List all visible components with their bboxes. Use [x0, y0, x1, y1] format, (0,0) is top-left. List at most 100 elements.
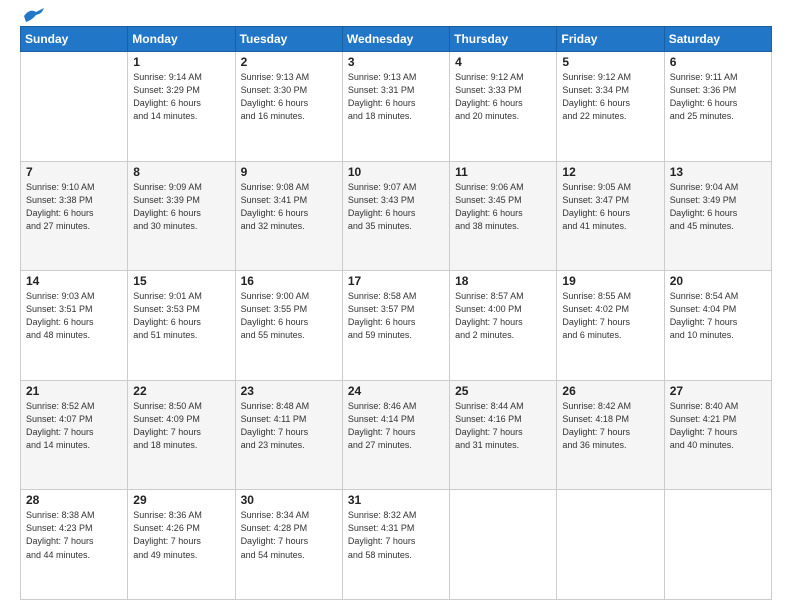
day-info: Sunrise: 9:04 AMSunset: 3:49 PMDaylight:… — [670, 181, 766, 233]
calendar-week-4: 21 Sunrise: 8:52 AMSunset: 4:07 PMDayligh… — [21, 380, 772, 490]
calendar-cell: 23 Sunrise: 8:48 AMSunset: 4:11 PMDayligh… — [235, 380, 342, 490]
day-info: Sunrise: 9:05 AMSunset: 3:47 PMDaylight:… — [562, 181, 658, 233]
day-info: Sunrise: 9:13 AMSunset: 3:30 PMDaylight:… — [241, 71, 337, 123]
day-number: 4 — [455, 55, 551, 69]
day-info: Sunrise: 9:07 AMSunset: 3:43 PMDaylight:… — [348, 181, 444, 233]
calendar-cell: 29 Sunrise: 8:36 AMSunset: 4:26 PMDayligh… — [128, 490, 235, 600]
day-info: Sunrise: 8:55 AMSunset: 4:02 PMDaylight:… — [562, 290, 658, 342]
calendar-cell: 28 Sunrise: 8:38 AMSunset: 4:23 PMDayligh… — [21, 490, 128, 600]
calendar-cell — [450, 490, 557, 600]
day-number: 27 — [670, 384, 766, 398]
calendar-cell — [21, 52, 128, 162]
calendar-cell: 7Sunrise: 9:10 AMSunset: 3:38 PMDaylight… — [21, 161, 128, 271]
calendar-cell: 24 Sunrise: 8:46 AMSunset: 4:14 PMDayligh… — [342, 380, 449, 490]
calendar-cell: 2 Sunrise: 9:13 AMSunset: 3:30 PMDaylight… — [235, 52, 342, 162]
calendar-cell: 5 Sunrise: 9:12 AMSunset: 3:34 PMDaylight… — [557, 52, 664, 162]
day-info: Sunrise: 9:09 AMSunset: 3:39 PMDaylight:… — [133, 181, 229, 233]
calendar-cell: 14Sunrise: 9:03 AMSunset: 3:51 PMDayligh… — [21, 271, 128, 381]
day-number: 17 — [348, 274, 444, 288]
day-number: 28 — [26, 493, 122, 507]
day-number: 3 — [348, 55, 444, 69]
day-number: 16 — [241, 274, 337, 288]
day-info: Sunrise: 8:34 AMSunset: 4:28 PMDaylight:… — [241, 509, 337, 561]
calendar-cell: 27 Sunrise: 8:40 AMSunset: 4:21 PMDayligh… — [664, 380, 771, 490]
day-info: Sunrise: 8:40 AMSunset: 4:21 PMDaylight:… — [670, 400, 766, 452]
day-info: Sunrise: 8:36 AMSunset: 4:26 PMDaylight:… — [133, 509, 229, 561]
calendar-header-row: SundayMondayTuesdayWednesdayThursdayFrid… — [21, 27, 772, 52]
calendar-cell: 13 Sunrise: 9:04 AMSunset: 3:49 PMDayligh… — [664, 161, 771, 271]
calendar-cell — [664, 490, 771, 600]
day-info: Sunrise: 8:52 AMSunset: 4:07 PMDaylight:… — [26, 400, 122, 452]
calendar-week-5: 28 Sunrise: 8:38 AMSunset: 4:23 PMDayligh… — [21, 490, 772, 600]
day-info: Sunrise: 9:03 AMSunset: 3:51 PMDaylight:… — [26, 290, 122, 342]
calendar-cell: 12 Sunrise: 9:05 AMSunset: 3:47 PMDayligh… — [557, 161, 664, 271]
day-info: Sunrise: 9:12 AMSunset: 3:34 PMDaylight:… — [562, 71, 658, 123]
calendar-cell: 4 Sunrise: 9:12 AMSunset: 3:33 PMDaylight… — [450, 52, 557, 162]
page: SundayMondayTuesdayWednesdayThursdayFrid… — [0, 0, 792, 612]
day-info: Sunrise: 8:32 AMSunset: 4:31 PMDaylight:… — [348, 509, 444, 561]
calendar-header-tuesday: Tuesday — [235, 27, 342, 52]
day-number: 2 — [241, 55, 337, 69]
day-number: 24 — [348, 384, 444, 398]
day-number: 26 — [562, 384, 658, 398]
day-number: 23 — [241, 384, 337, 398]
calendar-cell: 9Sunrise: 9:08 AMSunset: 3:41 PMDaylight… — [235, 161, 342, 271]
day-number: 6 — [670, 55, 766, 69]
day-info: Sunrise: 8:46 AMSunset: 4:14 PMDaylight:… — [348, 400, 444, 452]
day-number: 22 — [133, 384, 229, 398]
day-number: 21 — [26, 384, 122, 398]
calendar-cell: 11 Sunrise: 9:06 AMSunset: 3:45 PMDayligh… — [450, 161, 557, 271]
day-number: 15 — [133, 274, 229, 288]
day-info: Sunrise: 8:38 AMSunset: 4:23 PMDaylight:… — [26, 509, 122, 561]
day-number: 1 — [133, 55, 229, 69]
day-number: 12 — [562, 165, 658, 179]
day-number: 13 — [670, 165, 766, 179]
day-number: 10 — [348, 165, 444, 179]
day-number: 8 — [133, 165, 229, 179]
calendar-cell: 19 Sunrise: 8:55 AMSunset: 4:02 PMDayligh… — [557, 271, 664, 381]
calendar-cell: 16 Sunrise: 9:00 AMSunset: 3:55 PMDayligh… — [235, 271, 342, 381]
calendar-cell: 3 Sunrise: 9:13 AMSunset: 3:31 PMDaylight… — [342, 52, 449, 162]
calendar-cell: 15 Sunrise: 9:01 AMSunset: 3:53 PMDayligh… — [128, 271, 235, 381]
day-number: 19 — [562, 274, 658, 288]
calendar-header-wednesday: Wednesday — [342, 27, 449, 52]
day-info: Sunrise: 8:50 AMSunset: 4:09 PMDaylight:… — [133, 400, 229, 452]
calendar-header-sunday: Sunday — [21, 27, 128, 52]
day-number: 5 — [562, 55, 658, 69]
calendar-header-friday: Friday — [557, 27, 664, 52]
calendar-header-saturday: Saturday — [664, 27, 771, 52]
calendar-cell — [557, 490, 664, 600]
day-number: 30 — [241, 493, 337, 507]
logo-bird-icon — [22, 8, 44, 24]
day-info: Sunrise: 9:12 AMSunset: 3:33 PMDaylight:… — [455, 71, 551, 123]
calendar-cell: 6Sunrise: 9:11 AMSunset: 3:36 PMDaylight… — [664, 52, 771, 162]
day-number: 29 — [133, 493, 229, 507]
calendar-cell: 26 Sunrise: 8:42 AMSunset: 4:18 PMDayligh… — [557, 380, 664, 490]
calendar-cell: 8 Sunrise: 9:09 AMSunset: 3:39 PMDaylight… — [128, 161, 235, 271]
day-info: Sunrise: 9:14 AMSunset: 3:29 PMDaylight:… — [133, 71, 229, 123]
day-info: Sunrise: 9:00 AMSunset: 3:55 PMDaylight:… — [241, 290, 337, 342]
day-info: Sunrise: 8:57 AMSunset: 4:00 PMDaylight:… — [455, 290, 551, 342]
day-number: 31 — [348, 493, 444, 507]
day-number: 25 — [455, 384, 551, 398]
day-info: Sunrise: 8:54 AMSunset: 4:04 PMDaylight:… — [670, 290, 766, 342]
calendar-header-monday: Monday — [128, 27, 235, 52]
calendar-header-thursday: Thursday — [450, 27, 557, 52]
calendar-cell: 17 Sunrise: 8:58 AMSunset: 3:57 PMDayligh… — [342, 271, 449, 381]
day-number: 9 — [241, 165, 337, 179]
day-info: Sunrise: 8:44 AMSunset: 4:16 PMDaylight:… — [455, 400, 551, 452]
day-info: Sunrise: 9:01 AMSunset: 3:53 PMDaylight:… — [133, 290, 229, 342]
calendar-week-3: 14Sunrise: 9:03 AMSunset: 3:51 PMDayligh… — [21, 271, 772, 381]
day-number: 11 — [455, 165, 551, 179]
calendar-table: SundayMondayTuesdayWednesdayThursdayFrid… — [20, 26, 772, 600]
day-info: Sunrise: 8:58 AMSunset: 3:57 PMDaylight:… — [348, 290, 444, 342]
day-info: Sunrise: 9:06 AMSunset: 3:45 PMDaylight:… — [455, 181, 551, 233]
day-info: Sunrise: 8:42 AMSunset: 4:18 PMDaylight:… — [562, 400, 658, 452]
calendar-cell: 22 Sunrise: 8:50 AMSunset: 4:09 PMDayligh… — [128, 380, 235, 490]
day-info: Sunrise: 8:48 AMSunset: 4:11 PMDaylight:… — [241, 400, 337, 452]
calendar-week-1: 1 Sunrise: 9:14 AMSunset: 3:29 PMDaylight… — [21, 52, 772, 162]
header — [20, 16, 772, 18]
day-number: 7 — [26, 165, 122, 179]
calendar-cell: 21 Sunrise: 8:52 AMSunset: 4:07 PMDayligh… — [21, 380, 128, 490]
day-info: Sunrise: 9:13 AMSunset: 3:31 PMDaylight:… — [348, 71, 444, 123]
